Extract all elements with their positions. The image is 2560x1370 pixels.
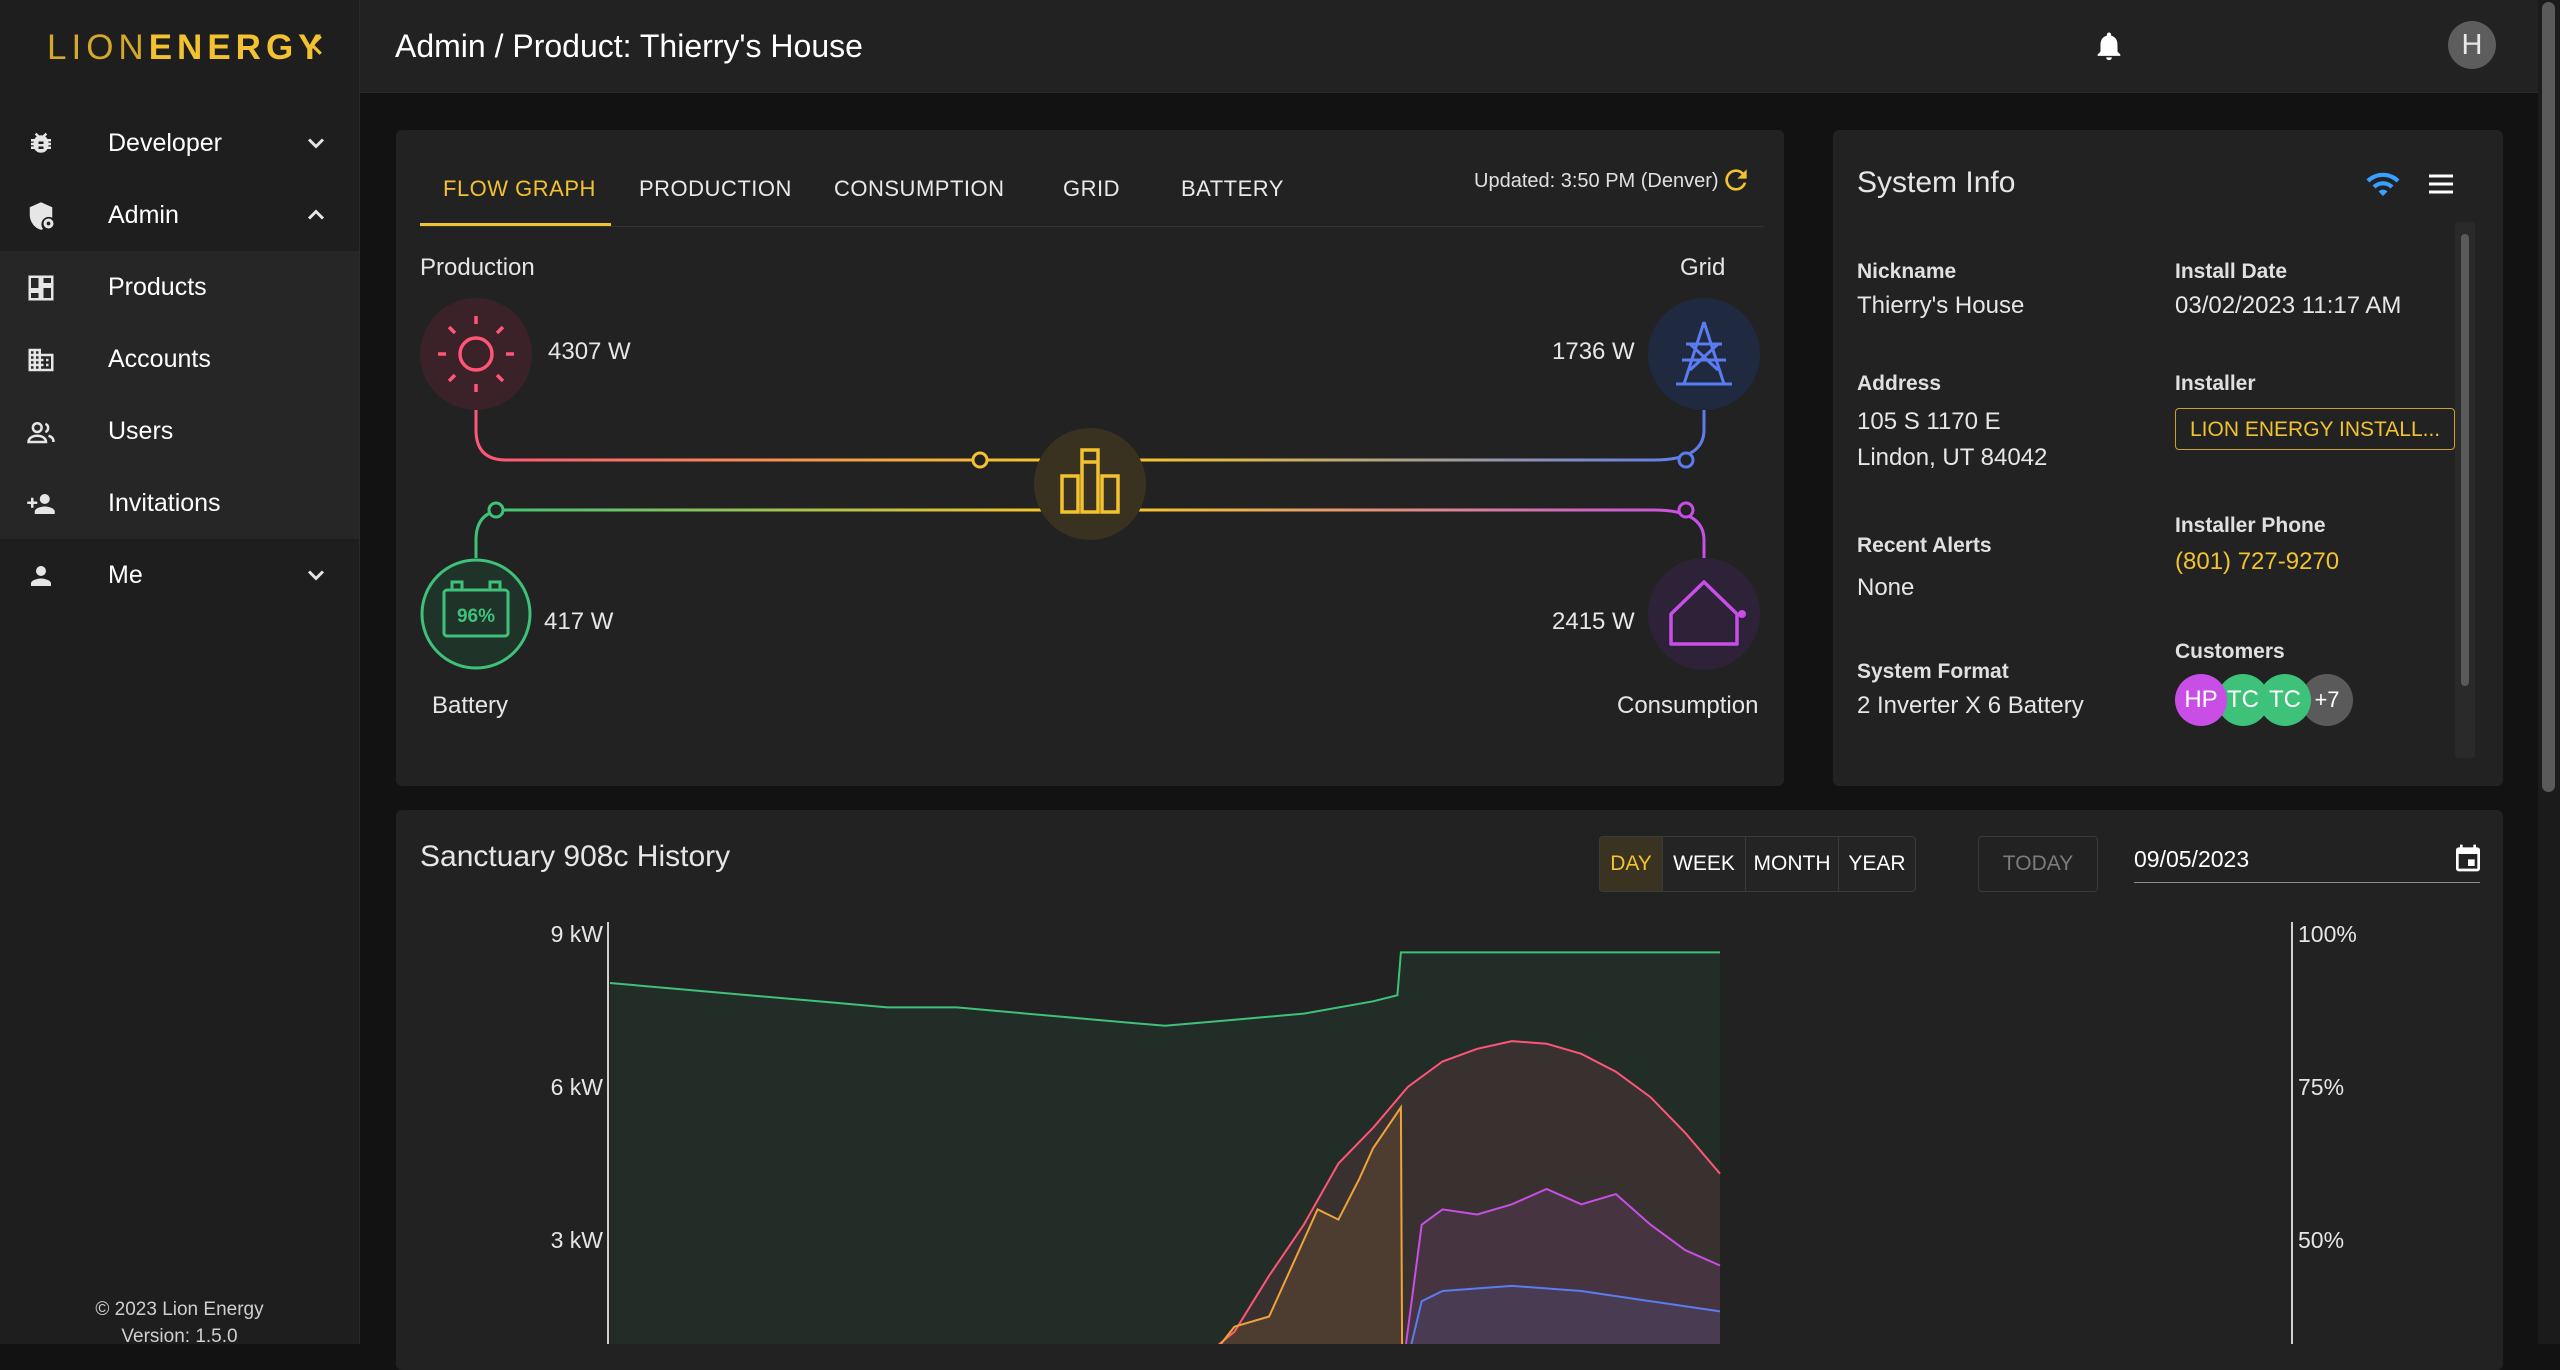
page-scrollbar[interactable]: [2538, 0, 2560, 1344]
sidebar-item-invitations[interactable]: Invitations: [0, 467, 359, 539]
flow-dot: [1677, 451, 1695, 469]
consumption-value: 2415 W: [1552, 608, 1635, 635]
nickname-label: Nickname: [1857, 260, 1957, 283]
address-label: Address: [1857, 372, 1942, 395]
history-chart: 9 kW 6 kW 3 kW 100% 75% 50%: [551, 921, 2357, 1344]
system-info-title: System Info: [1857, 166, 2016, 199]
flow-dot: [1738, 610, 1746, 618]
people-icon: [27, 421, 55, 444]
customers-label: Customers: [2175, 640, 2285, 663]
production-value: 4307 W: [548, 338, 631, 365]
y-right-tick-label: 100%: [2298, 921, 2357, 947]
battery-soc: 96%: [457, 606, 495, 627]
address-line-1: 105 S 1170 E: [1857, 408, 2001, 435]
brand-light: LION: [47, 28, 149, 67]
chevron-up-icon: [307, 209, 325, 220]
sidebar-item-label: Accounts: [108, 344, 211, 373]
top-app-bar: Admin / Product: Thierry's House H: [360, 0, 2538, 93]
inverter-node: [1034, 428, 1146, 540]
sidebar-item-label: Products: [108, 272, 207, 301]
production-label: Production: [420, 254, 535, 281]
person-icon: [31, 566, 51, 586]
install-date-value: 03/02/2023 11:17 AM: [2175, 292, 2402, 319]
flow-dot: [487, 501, 505, 519]
installer-phone-link[interactable]: (801) 727-9270: [2175, 548, 2339, 576]
y-right-tick-label: 50%: [2298, 1227, 2344, 1253]
sidebar-item-label: Developer: [108, 128, 222, 157]
y-left-tick-label: 6 kW: [551, 1074, 604, 1100]
chevron-left-icon[interactable]: [302, 30, 332, 60]
sidebar-item-label: Admin: [108, 200, 179, 229]
grid-node: [1648, 298, 1760, 410]
system-format-label: System Format: [1857, 660, 2009, 683]
recent-alerts-label: Recent Alerts: [1857, 534, 1992, 557]
customer-avatar[interactable]: HP: [2175, 674, 2227, 726]
battery-label: Battery: [432, 692, 509, 719]
sidebar-item-products[interactable]: Products: [0, 251, 359, 323]
sidebar-footer: © 2023 Lion Energy Version: 1.5.0: [0, 1296, 359, 1350]
copyright: © 2023 Lion Energy: [95, 1299, 264, 1320]
chevron-down-icon: [307, 138, 325, 149]
y-right-tick-label: 75%: [2298, 1074, 2344, 1100]
installer-label: Installer: [2175, 372, 2256, 395]
bug-icon: [31, 132, 51, 153]
wifi-icon: [2366, 172, 2400, 196]
bell-icon[interactable]: [2092, 28, 2126, 64]
nickname-value: Thierry's House: [1857, 292, 2025, 319]
sidebar-item-accounts[interactable]: Accounts: [0, 323, 359, 395]
y-left-tick-label: 3 kW: [551, 1227, 604, 1253]
brand-bold: ENERGY: [148, 28, 327, 67]
grid-value: 1736 W: [1552, 338, 1635, 365]
system-info-scrollbar[interactable]: [2455, 222, 2475, 758]
page-title: Admin / Product: Thierry's House: [395, 28, 863, 64]
version: Version: 1.5.0: [121, 1326, 238, 1347]
domain-icon: [28, 348, 54, 372]
chevron-down-icon: [307, 570, 325, 581]
flow-dot: [971, 451, 989, 469]
sidebar-item-admin[interactable]: Admin: [0, 179, 359, 251]
history-card: Sanctuary 908c History DAY WEEK MONTH YE…: [396, 810, 2503, 1370]
sidebar: LIONENERGY Developer Admin Products Acco…: [0, 0, 360, 1347]
flow-card: FLOW GRAPH PRODUCTION CONSUMPTION GRID B…: [396, 130, 1784, 786]
recent-alerts-value: None: [1857, 574, 1915, 601]
sidebar-item-users[interactable]: Users: [0, 395, 359, 467]
flow-graph: 96%: [420, 298, 1760, 670]
shield-account-icon: [29, 202, 54, 230]
address-line-2: Lindon, UT 84042: [1857, 444, 2048, 471]
person-add-icon: [27, 494, 55, 514]
grid-label: Grid: [1680, 254, 1726, 281]
consumption-label: Consumption: [1617, 692, 1759, 719]
y-left-tick-label: 9 kW: [551, 921, 604, 947]
avatar[interactable]: H: [2448, 21, 2496, 69]
system-format-value: 2 Inverter X 6 Battery: [1857, 692, 2084, 719]
system-info-card: System Info Nickname Thierry's House Ins…: [1833, 130, 2503, 786]
page-scrollbar-thumb[interactable]: [2542, 2, 2555, 792]
menu-icon[interactable]: [2423, 168, 2459, 200]
sidebar-item-me[interactable]: Me: [0, 539, 359, 611]
installer-chip[interactable]: LION ENERGY INSTALL...: [2175, 408, 2455, 450]
installer-phone-label: Installer Phone: [2175, 514, 2326, 537]
sidebar-item-label: Users: [108, 416, 174, 445]
dashboard-grid-icon: [28, 275, 54, 301]
sidebar-item-label: Invitations: [108, 488, 221, 517]
brand-logo: LIONENERGY: [47, 28, 327, 68]
flow-dot: [1677, 501, 1695, 519]
install-date-label: Install Date: [2175, 260, 2288, 283]
battery-value: 417 W: [544, 608, 614, 635]
production-node: [420, 298, 532, 410]
sidebar-item-label: Me: [108, 560, 143, 589]
sidebar-item-developer[interactable]: Developer: [0, 107, 359, 179]
